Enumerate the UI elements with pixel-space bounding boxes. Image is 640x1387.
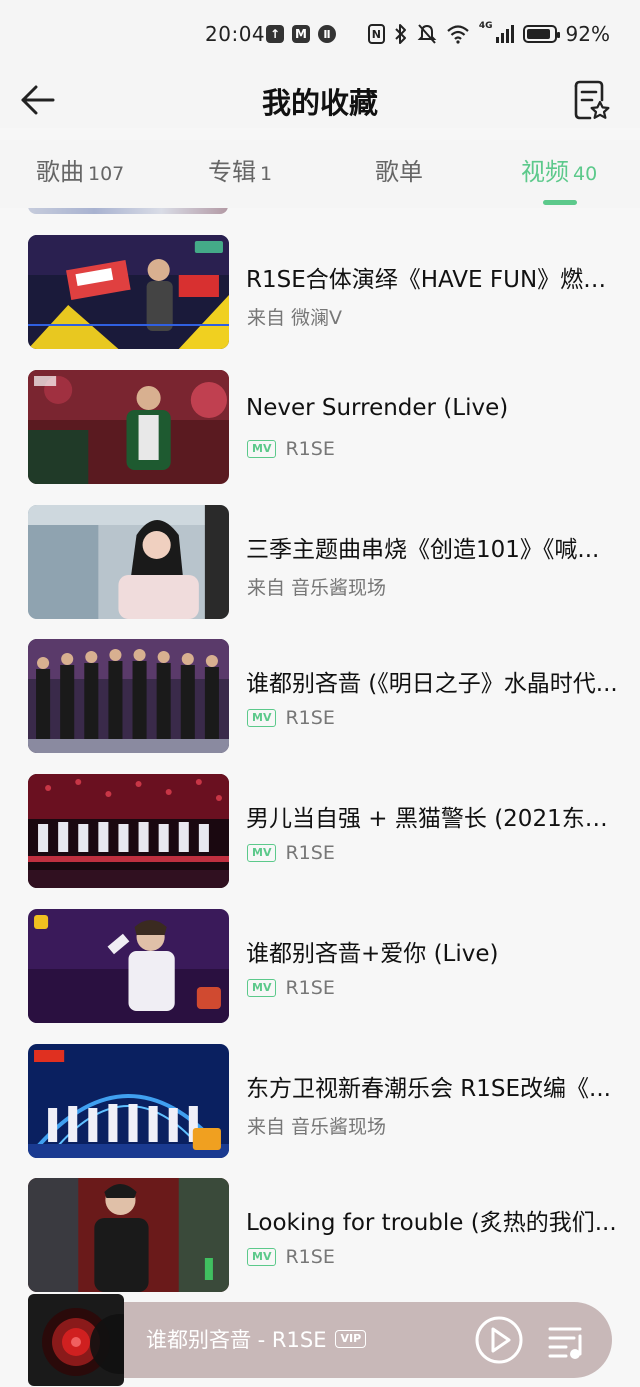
video-subtitle: 来自 微澜V [247,303,342,330]
manage-favorites-button[interactable] [570,78,610,122]
page-title: 我的收藏 [261,86,378,120]
video-thumbnail[interactable] [28,1044,229,1158]
video-subtitle: 来自 音乐酱现场 [247,573,386,600]
now-playing-title: 谁都别吝啬 - R1SE [146,1328,327,1352]
video-title: 东方卫视新春潮乐会 R1SE改编《... [246,1076,611,1102]
video-thumbnail[interactable] [28,774,229,888]
status-system-icons: N 4G 92% [367,21,610,46]
list-star-icon [574,80,610,120]
status-time: 20:04 [205,22,266,46]
bluetooth-icon [395,24,406,44]
video-subtitle: MV R1SE [247,977,335,999]
video-artist: R1SE [285,977,335,999]
signal-icon [495,25,514,43]
m-app-icon: M [292,25,310,43]
video-subtitle: MV R1SE [247,842,335,864]
video-thumbnail[interactable] [28,370,229,484]
video-subtitle: MV R1SE [247,438,335,460]
battery-percent: 92% [565,22,610,46]
video-title: 男儿当自强 + 黑猫警长 (2021东方... [246,806,620,832]
active-tab-indicator [543,200,577,205]
video-subtitle: MV R1SE [247,1246,335,1268]
list-item[interactable]: 谁都别吝啬+爱你 (Live) MV R1SE [0,909,640,1025]
mute-icon [417,24,437,44]
list-item[interactable]: 三季主题曲串烧《创造101》《喊... 来自 音乐酱现场 [0,505,640,621]
list-item[interactable]: 东方卫视新春潮乐会 R1SE改编《... 来自 音乐酱现场 [0,1044,640,1160]
network-type: 4G [478,21,493,31]
video-list[interactable]: R1SE合体演绎《HAVE FUN》燃炸... 来自 微澜V Never Sur… [0,208,640,1387]
video-title: 谁都别吝啬+爱你 (Live) [246,941,499,967]
tab-count: 1 [260,163,273,185]
upload-icon: ↑ [266,25,284,43]
tab-label: 专辑 [208,158,256,186]
video-title: Never Surrender (Live) [246,395,509,421]
tab-albums[interactable]: 专辑 1 [208,152,272,187]
video-artist: R1SE [285,842,335,864]
video-artist: R1SE [285,707,335,729]
mv-badge: MV [247,844,277,862]
video-artist: R1SE [285,438,335,460]
playlist-button[interactable] [546,1324,586,1360]
tab-playlists[interactable]: 歌单 [375,152,423,187]
status-bar: 20:04 ↑ M Ⅱ N 4G 92% [0,0,640,72]
list-item[interactable]: 男儿当自强 + 黑猫警长 (2021东方... MV R1SE [0,774,640,890]
mv-badge: MV [247,979,277,997]
list-item[interactable]: Looking for trouble (炙热的我们... MV R1SE [0,1178,640,1294]
mv-badge: MV [247,709,277,727]
play-icon [475,1316,523,1364]
wifi-icon [447,25,469,44]
video-title: 谁都别吝啬 (《明日之子》水晶时代... [246,671,618,697]
playlist-icon [548,1327,582,1359]
list-item[interactable]: 谁都别吝啬 (《明日之子》水晶时代... MV R1SE [0,639,640,755]
tab-count: 40 [573,163,598,185]
tab-label: 视频 [521,158,569,186]
status-notification-icons: ↑ M Ⅱ [266,25,336,43]
mv-badge: MV [247,1248,277,1266]
battery-level [526,29,551,39]
ii-app-icon: Ⅱ [318,25,336,43]
list-item[interactable]: R1SE合体演绎《HAVE FUN》燃炸... 来自 微澜V [0,235,640,351]
mini-player[interactable]: 谁都别吝啬 - R1SE VIP [28,1294,612,1386]
video-thumbnail[interactable] [28,235,229,349]
album-cover[interactable] [28,1294,124,1386]
nfc-icon: N [367,24,385,44]
tab-count: 107 [88,163,125,185]
video-title: 三季主题曲串烧《创造101》《喊... [246,537,600,563]
tab-songs[interactable]: 歌曲 107 [36,152,124,187]
video-thumbnail[interactable] [28,909,229,1023]
video-source: 来自 微澜V [247,307,343,329]
now-playing: 谁都别吝啬 - R1SE VIP [146,1324,367,1354]
video-thumbnail[interactable] [28,505,229,619]
tab-label: 歌单 [375,158,423,186]
vip-badge: VIP [335,1330,367,1348]
video-artist: R1SE [285,1246,335,1268]
video-source: 来自 音乐酱现场 [247,1116,387,1138]
video-title: R1SE合体演绎《HAVE FUN》燃炸... [246,267,620,293]
video-thumbnail[interactable] [28,208,228,214]
video-source: 来自 音乐酱现场 [247,577,387,599]
header: 我的收藏 [0,72,640,128]
video-subtitle: MV R1SE [247,707,335,729]
list-item[interactable]: Never Surrender (Live) MV R1SE [0,370,640,486]
tab-label: 歌曲 [36,158,84,186]
tab-videos[interactable]: 视频 40 [521,152,597,187]
battery-icon [522,25,560,43]
category-tabs: 歌曲 107 专辑 1 歌单 视频 40 [0,140,640,208]
video-subtitle: 来自 音乐酱现场 [247,1112,386,1139]
video-thumbnail[interactable] [28,639,229,753]
video-thumbnail[interactable] [28,1178,229,1292]
play-button[interactable] [474,1315,524,1365]
mv-badge: MV [247,440,277,458]
video-title: Looking for trouble (炙热的我们... [246,1210,617,1236]
